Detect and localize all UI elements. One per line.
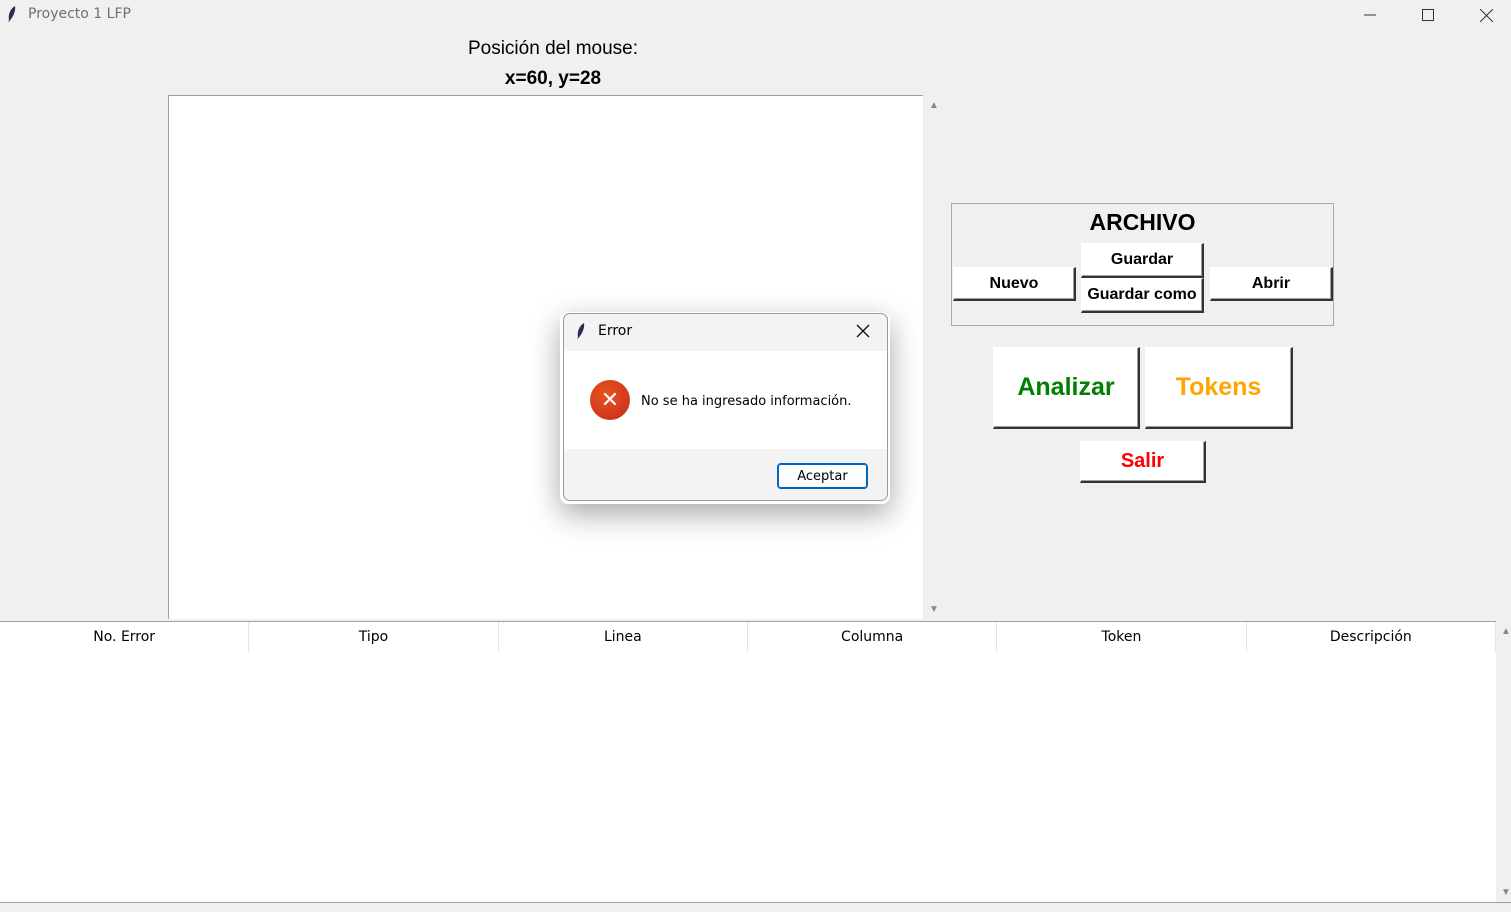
table-header: No. Error Tipo Linea Columna Token Descr…	[0, 622, 1496, 652]
editor-scroll-down-icon[interactable]: ▼	[929, 605, 939, 615]
column-header-columna[interactable]: Columna	[748, 622, 998, 652]
minimize-button[interactable]	[1341, 0, 1399, 30]
guardar-button[interactable]: Guardar	[1081, 243, 1204, 278]
mouse-position-value: x=60, y=28	[504, 68, 602, 89]
dialog-message: No se ha ingresado información.	[641, 394, 852, 409]
aceptar-button[interactable]: Aceptar	[777, 463, 868, 489]
error-icon: ✕	[590, 380, 630, 420]
mouse-position-label: Posición del mouse:	[467, 38, 639, 59]
abrir-button[interactable]: Abrir	[1210, 267, 1333, 301]
salir-button[interactable]: Salir	[1080, 441, 1206, 483]
editor-scroll-up-icon[interactable]: ▲	[929, 101, 939, 111]
close-icon	[856, 324, 870, 338]
app-feather-icon	[8, 6, 16, 22]
dialog-title: Error	[598, 323, 633, 339]
error-dialog: Error ✕ No se ha ingresado información. …	[563, 313, 888, 501]
dialog-body: ✕ No se ha ingresado información.	[564, 351, 887, 449]
column-header-no-error[interactable]: No. Error	[0, 622, 250, 652]
guardar-como-button[interactable]: Guardar como	[1081, 278, 1204, 313]
errors-table[interactable]: No. Error Tipo Linea Columna Token Descr…	[0, 621, 1496, 902]
table-scroll-up-icon[interactable]: ▲	[1501, 627, 1511, 637]
minimize-icon	[1364, 14, 1376, 16]
column-header-tipo[interactable]: Tipo	[249, 622, 499, 652]
archivo-title: ARCHIVO	[1089, 209, 1196, 235]
title-bar: Proyecto 1 LFP	[0, 0, 1511, 30]
tokens-button[interactable]: Tokens	[1145, 347, 1293, 429]
nuevo-button[interactable]: Nuevo	[953, 267, 1076, 301]
column-header-linea[interactable]: Linea	[499, 622, 748, 652]
column-header-token[interactable]: Token	[997, 622, 1247, 652]
close-icon	[1479, 8, 1493, 22]
maximize-icon	[1422, 9, 1434, 21]
table-scroll-down-icon[interactable]: ▼	[1501, 888, 1511, 898]
dialog-feather-icon	[577, 323, 585, 339]
maximize-button[interactable]	[1399, 0, 1457, 30]
window-title: Proyecto 1 LFP	[28, 6, 131, 22]
close-window-button[interactable]	[1457, 0, 1511, 30]
analizar-button[interactable]: Analizar	[993, 347, 1140, 429]
column-header-descripcion[interactable]: Descripción	[1247, 622, 1496, 652]
dialog-close-button[interactable]	[856, 324, 872, 340]
